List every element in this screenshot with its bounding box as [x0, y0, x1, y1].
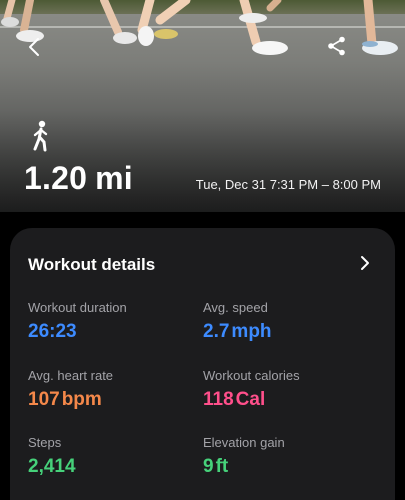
- stat-number: 26:23: [28, 321, 77, 342]
- stat-label: Workout calories: [203, 368, 300, 383]
- stat-workout-duration: Workout duration 26:23: [28, 300, 198, 343]
- stat-number: 2.7: [203, 321, 230, 342]
- stat-value: 2.7 mph: [203, 321, 373, 343]
- walking-person-icon: [33, 120, 48, 152]
- stat-elevation-gain: Elevation gain 9 ft: [203, 435, 373, 478]
- stat-label: Avg. speed: [203, 300, 268, 315]
- stat-value: 118 Cal: [203, 389, 373, 411]
- stat-number: 107: [28, 389, 60, 410]
- share-icon: [328, 36, 345, 56]
- distance-value: 1.20: [24, 160, 88, 196]
- distance-unit: mi: [95, 160, 133, 196]
- stat-value: 107 bpm: [28, 389, 198, 411]
- stat-workout-calories: Workout calories 118 Cal: [203, 368, 373, 411]
- stat-value: 26:23: [28, 321, 198, 343]
- stat-label: Steps: [28, 435, 62, 450]
- stat-label: Workout duration: [28, 300, 127, 315]
- stat-unit: mph: [231, 321, 272, 342]
- stat-number: 118: [203, 389, 234, 410]
- workout-details-title: Workout details: [28, 255, 156, 274]
- distance-readout: 1.20 mi: [24, 160, 133, 197]
- stat-avg-speed: Avg. speed 2.7 mph: [203, 300, 373, 343]
- stat-value: 9 ft: [203, 456, 373, 478]
- stat-value: 2,414: [28, 456, 198, 478]
- stat-unit: bpm: [61, 389, 102, 410]
- stat-unit: Cal: [235, 389, 266, 410]
- workout-datetime: Tue, Dec 31 7:31 PM – 8:00 PM: [195, 177, 381, 192]
- stat-avg-heart-rate: Avg. heart rate 107 bpm: [28, 368, 198, 411]
- stat-number: 2,414: [28, 456, 76, 477]
- back-button[interactable]: [24, 36, 46, 58]
- share-button[interactable]: [326, 35, 348, 57]
- stat-label: Avg. heart rate: [28, 368, 114, 383]
- workout-details-header[interactable]: Workout details: [10, 246, 395, 282]
- stat-steps: Steps 2,414: [28, 435, 198, 478]
- chevron-left-icon: [29, 38, 39, 56]
- chevron-right-icon: [361, 256, 369, 270]
- workout-details-card: Workout details Workout duration 26:23 A…: [10, 228, 395, 500]
- stat-label: Elevation gain: [203, 435, 285, 450]
- stat-unit: ft: [215, 456, 229, 477]
- stat-number: 9: [203, 456, 214, 477]
